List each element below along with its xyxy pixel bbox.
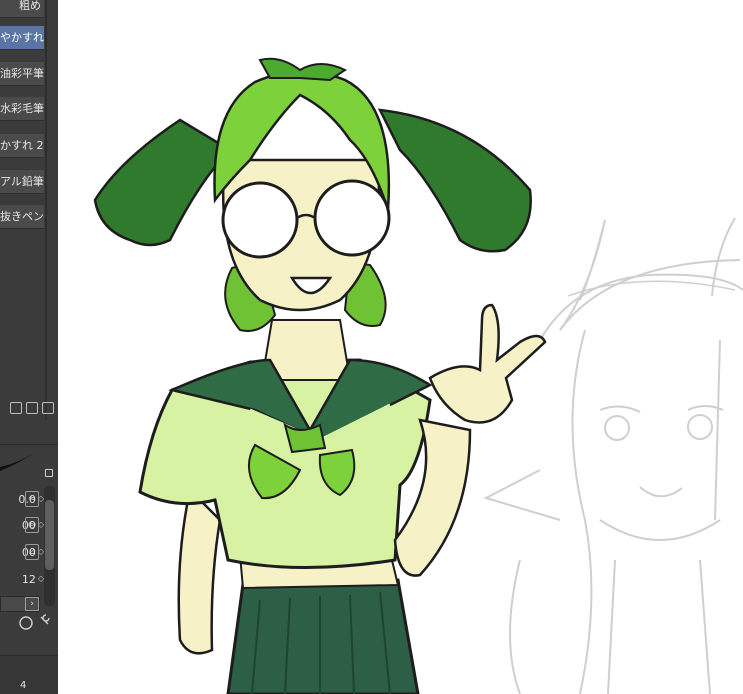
brush-label: アル鉛筆 — [0, 175, 44, 188]
brush-item-0[interactable]: 粗め — [0, 0, 44, 18]
property-scrollbar[interactable] — [44, 486, 55, 606]
pigtail-left — [93, 118, 233, 247]
brush-label: 油彩平筆 — [0, 67, 44, 80]
scroll-thumb[interactable] — [45, 500, 54, 570]
page-number: 4 — [20, 680, 27, 691]
panel-divider — [45, 0, 47, 420]
bottom-panel: 4 — [0, 655, 58, 694]
brush-item-2[interactable]: 油彩平筆 — [0, 62, 44, 86]
import-icon[interactable] — [10, 402, 22, 414]
prop-value[interactable]: 12 — [22, 573, 36, 586]
blend-icon[interactable]: ◎ — [25, 517, 39, 533]
settings-icon-row — [19, 614, 50, 630]
prop-row-stabilize[interactable]: 12 ◇ — [0, 568, 44, 590]
peace-hand — [428, 303, 547, 424]
pigtail-right — [377, 108, 532, 253]
stroke-preview — [0, 444, 58, 485]
curve-icon[interactable]: ⊿ — [25, 544, 39, 560]
duplicate-icon[interactable] — [26, 402, 38, 414]
drawing-canvas[interactable] — [58, 0, 743, 694]
stroke-preview-shape — [0, 453, 34, 471]
brush-label: 水彩毛筆 — [0, 102, 44, 115]
wrench-icon — [40, 614, 50, 625]
brush-item-4[interactable]: かすれ 2 — [0, 134, 44, 158]
brush-tool-row — [0, 402, 58, 420]
lock-icon[interactable] — [45, 469, 53, 477]
gauge-icon — [19, 616, 33, 630]
glasses-lens-right — [313, 179, 391, 257]
trash-icon[interactable] — [42, 402, 54, 414]
glasses-lens-left — [221, 181, 299, 259]
brush-item-3[interactable]: 水彩毛筆 — [0, 97, 44, 121]
brush-label: 抜きペン — [0, 210, 44, 223]
brush-item-1[interactable]: やかすれ — [0, 26, 44, 50]
background-sketch — [483, 217, 743, 694]
brush-label: 粗め — [19, 0, 41, 12]
brush-label: かすれ 2 — [0, 139, 44, 152]
pressure-icon[interactable]: ≈ — [25, 491, 39, 507]
brush-panel: 粗め やかすれ 油彩平筆 水彩毛筆 かすれ 2 アル鉛筆 抜きペン 0.0 ◇ ≈… — [0, 0, 58, 694]
chevron-right-icon[interactable]: › — [25, 597, 39, 611]
brush-item-6[interactable]: 抜きペン — [0, 205, 44, 229]
brush-label: やかすれ — [0, 31, 44, 44]
brush-item-5[interactable]: アル鉛筆 — [0, 170, 44, 194]
